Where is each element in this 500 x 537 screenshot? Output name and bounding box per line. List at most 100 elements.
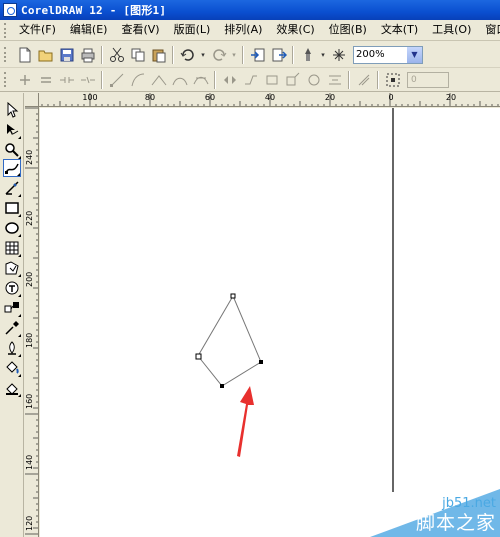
import-icon[interactable] — [248, 45, 267, 64]
redo-icon[interactable] — [209, 45, 228, 64]
paste-icon[interactable] — [149, 45, 168, 64]
cut-icon[interactable] — [107, 45, 126, 64]
menu-bar: 文件(F) 编辑(E) 查看(V) 版面(L) 排列(A) 效果(C) 位图(B… — [0, 20, 500, 41]
curve-node[interactable] — [230, 293, 236, 299]
watermark-name: 脚本之家 — [415, 512, 496, 534]
toolbar-separator — [101, 45, 103, 64]
ruler-origin[interactable] — [25, 93, 39, 107]
undo-dropdown-icon[interactable]: ▾ — [199, 45, 207, 64]
menu-window[interactable]: 窗口 — [478, 20, 500, 40]
toolbar-separator — [101, 70, 103, 89]
launcher-dropdown-icon[interactable]: ▾ — [319, 45, 327, 64]
menu-text[interactable]: 文本(T) — [374, 20, 425, 40]
vertical-ruler[interactable]: 240 220 200 180 160 140 120 — [25, 107, 39, 537]
canvas-svg — [195, 108, 394, 492]
redo-dropdown-icon[interactable]: ▾ — [230, 45, 238, 64]
hruler-label: 20 — [445, 93, 457, 102]
menu-effects[interactable]: 效果(C) — [269, 20, 321, 40]
menu-file[interactable]: 文件(F) — [12, 20, 63, 40]
vruler-label: 160 — [25, 393, 34, 409]
eyedropper-tool-icon[interactable] — [3, 319, 21, 337]
menu-layout[interactable]: 版面(L) — [167, 20, 218, 40]
window-title: CorelDRAW 12 - [图形1] — [21, 4, 167, 17]
text-tool-icon[interactable] — [3, 279, 21, 297]
menu-bitmaps[interactable]: 位图(B) — [322, 20, 374, 40]
reverse-direction-icon[interactable] — [220, 70, 239, 89]
drawn-curve-shape[interactable] — [197, 294, 262, 387]
app-icon[interactable] — [3, 3, 17, 17]
ellipse-tool-icon[interactable] — [3, 219, 21, 237]
menubar-grip-icon[interactable] — [4, 22, 6, 38]
freehand-tool-icon[interactable] — [3, 159, 21, 177]
toolbar-separator — [292, 45, 294, 64]
hruler-label: 40 — [264, 93, 276, 102]
zoom-level-select[interactable]: 200% ▼ — [353, 45, 423, 64]
export-icon[interactable] — [269, 45, 288, 64]
hruler-label: 100 — [82, 93, 98, 102]
horizontal-ruler[interactable]: 100 80 60 40 20 0 20 — [39, 93, 500, 107]
rectangle-tool-icon[interactable] — [3, 199, 21, 217]
vruler-label: 120 — [25, 515, 34, 531]
zoom-tool-icon[interactable] — [3, 141, 21, 159]
smooth-node-icon[interactable] — [170, 70, 189, 89]
hruler-label: 80 — [144, 93, 156, 102]
hruler-label: 20 — [324, 93, 336, 102]
toolbar-separator — [172, 45, 174, 64]
symmetrical-node-icon[interactable] — [191, 70, 210, 89]
add-node-icon[interactable] — [15, 70, 34, 89]
undo-icon[interactable] — [178, 45, 197, 64]
basic-shapes-tool-icon[interactable] — [3, 259, 21, 277]
interactive-fill-tool-icon[interactable] — [3, 379, 21, 397]
hruler-label: 0 — [388, 93, 394, 102]
curve-smoothness-field[interactable]: 0 — [407, 71, 449, 88]
drawing-canvas[interactable] — [40, 108, 500, 537]
print-icon[interactable] — [78, 45, 97, 64]
vruler-label: 220 — [25, 210, 34, 226]
align-nodes-icon[interactable] — [325, 70, 344, 89]
zoom-icon[interactable] — [329, 45, 348, 64]
menu-edit[interactable]: 编辑(E) — [63, 20, 115, 40]
interactive-blend-tool-icon[interactable] — [3, 299, 21, 317]
hruler-label: 60 — [204, 93, 216, 102]
to-curve-icon[interactable] — [128, 70, 147, 89]
toolbar-separator — [214, 70, 216, 89]
watermark: jb51.net 脚本之家 — [360, 485, 500, 537]
annotation-arrow — [237, 386, 254, 457]
outline-tool-icon[interactable] — [3, 339, 21, 357]
menu-arrange[interactable]: 排列(A) — [217, 20, 269, 40]
propertybar-grip-icon[interactable] — [4, 72, 8, 87]
extract-subpath-icon[interactable] — [262, 70, 281, 89]
new-icon[interactable] — [15, 45, 34, 64]
launcher-icon[interactable] — [298, 45, 317, 64]
shape-tool-icon[interactable] — [3, 121, 21, 139]
cusp-node-icon[interactable] — [149, 70, 168, 89]
vruler-label: 140 — [25, 454, 34, 470]
smart-fill-tool-icon[interactable] — [3, 179, 21, 197]
save-icon[interactable] — [57, 45, 76, 64]
property-bar: 0 — [0, 68, 500, 92]
menu-tools[interactable]: 工具(O) — [425, 20, 478, 40]
toolbar-grip-icon[interactable] — [4, 47, 8, 62]
open-icon[interactable] — [36, 45, 55, 64]
to-line-icon[interactable] — [107, 70, 126, 89]
pick-tool-icon[interactable] — [3, 101, 21, 119]
select-all-nodes-icon[interactable] — [383, 70, 402, 89]
copy-icon[interactable] — [128, 45, 147, 64]
delete-node-icon[interactable] — [36, 70, 55, 89]
chevron-down-icon[interactable]: ▼ — [407, 46, 422, 63]
polygon-tool-icon[interactable] — [3, 239, 21, 257]
join-nodes-icon[interactable] — [57, 70, 76, 89]
vruler-label: 200 — [25, 271, 34, 287]
break-curve-icon[interactable] — [78, 70, 97, 89]
curve-node[interactable] — [259, 360, 263, 364]
elastic-mode-icon[interactable] — [354, 70, 373, 89]
stretch-nodes-icon[interactable] — [283, 70, 302, 89]
rotate-nodes-icon[interactable] — [304, 70, 323, 89]
curve-start-node[interactable] — [195, 353, 202, 360]
curve-node[interactable] — [220, 384, 224, 388]
fill-tool-icon[interactable] — [3, 359, 21, 377]
toolbar-separator — [348, 70, 350, 89]
toolbox — [0, 93, 24, 537]
extend-curve-icon[interactable] — [241, 70, 260, 89]
menu-view[interactable]: 查看(V) — [114, 20, 166, 40]
